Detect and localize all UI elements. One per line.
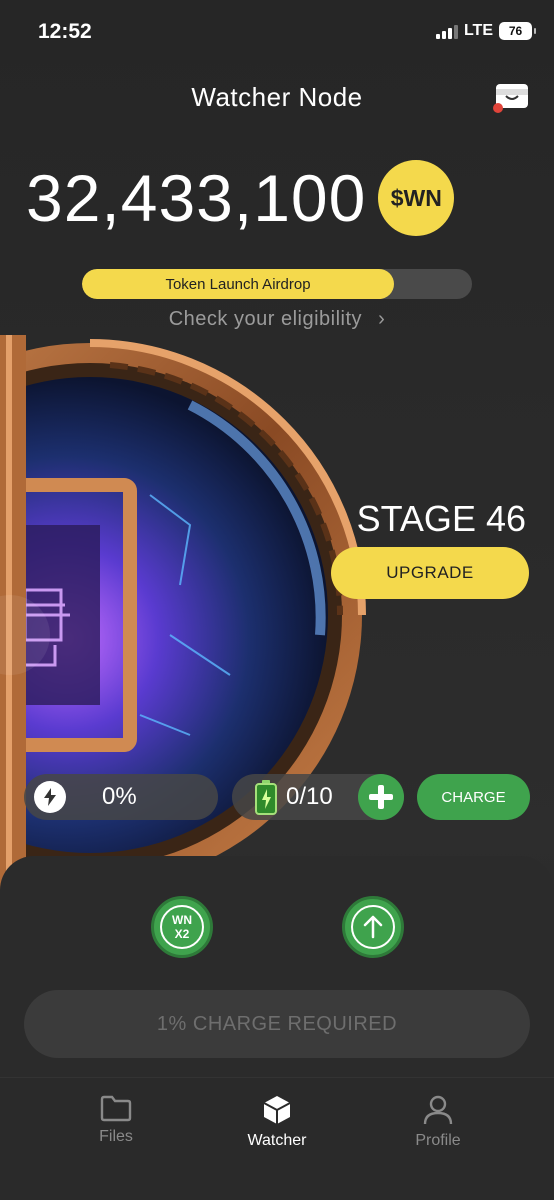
status-time: 12:52 xyxy=(38,20,92,43)
charge-required-button[interactable]: 1% CHARGE REQUIRED xyxy=(24,990,530,1058)
token-symbol: $WN xyxy=(390,184,442,211)
folder-icon xyxy=(100,1095,132,1122)
multiplier-button[interactable]: WN X2 xyxy=(151,896,213,958)
tab-watcher-label: Watcher xyxy=(247,1132,307,1149)
balance-row: 32,433,100 $WN xyxy=(26,160,455,236)
token-logo-icon: $WN xyxy=(378,160,455,236)
network-label: LTE xyxy=(463,22,493,39)
add-battery-button[interactable] xyxy=(358,774,404,820)
tab-files[interactable]: Files xyxy=(61,1094,171,1146)
energy-value: 0% xyxy=(102,783,137,810)
airdrop-progress-bar[interactable]: Token Launch Airdrop xyxy=(82,269,472,299)
person-icon xyxy=(423,1095,453,1125)
tab-profile-label: Profile xyxy=(415,1132,461,1149)
eligibility-link[interactable]: Check your eligibility › xyxy=(0,308,554,331)
battery-icon: 76 xyxy=(499,22,536,40)
energy-pill: 0% xyxy=(24,774,218,820)
chevron-right-icon: › xyxy=(378,308,386,330)
status-indicators: LTE 76 xyxy=(435,22,536,40)
battery-pill: 0/10 xyxy=(232,774,404,820)
tab-watcher[interactable]: Watcher xyxy=(222,1094,332,1150)
upload-button[interactable] xyxy=(342,896,404,958)
airdrop-label: Token Launch Airdrop xyxy=(165,275,311,293)
plus-icon xyxy=(369,785,393,809)
signal-icon xyxy=(435,24,458,39)
upgrade-button[interactable]: UPGRADE xyxy=(331,547,529,599)
green-battery-icon xyxy=(255,780,277,815)
eligibility-label: Check your eligibility xyxy=(168,308,363,330)
cube-icon xyxy=(263,1096,291,1124)
tab-bar: Files Watcher Profile xyxy=(0,1077,554,1200)
lightning-icon xyxy=(34,781,66,813)
battery-value: 0/10 xyxy=(286,783,333,810)
page-title: Watcher Node xyxy=(191,82,363,112)
charge-button[interactable]: CHARGE xyxy=(417,774,530,820)
watcher-screen: 12:52 LTE 76 Watcher Node 32,433,100 $WN… xyxy=(0,0,554,1200)
battery-level: 76 xyxy=(508,24,523,38)
stage-label: STAGE 46 xyxy=(356,498,526,539)
token-balance: 32,433,100 xyxy=(26,161,367,235)
ring-decoration xyxy=(351,905,395,949)
wallet-button[interactable] xyxy=(492,80,532,114)
ring-decoration xyxy=(160,905,204,949)
wallet-icon xyxy=(493,84,528,113)
tab-profile[interactable]: Profile xyxy=(383,1094,493,1150)
tab-files-label: Files xyxy=(99,1128,133,1145)
